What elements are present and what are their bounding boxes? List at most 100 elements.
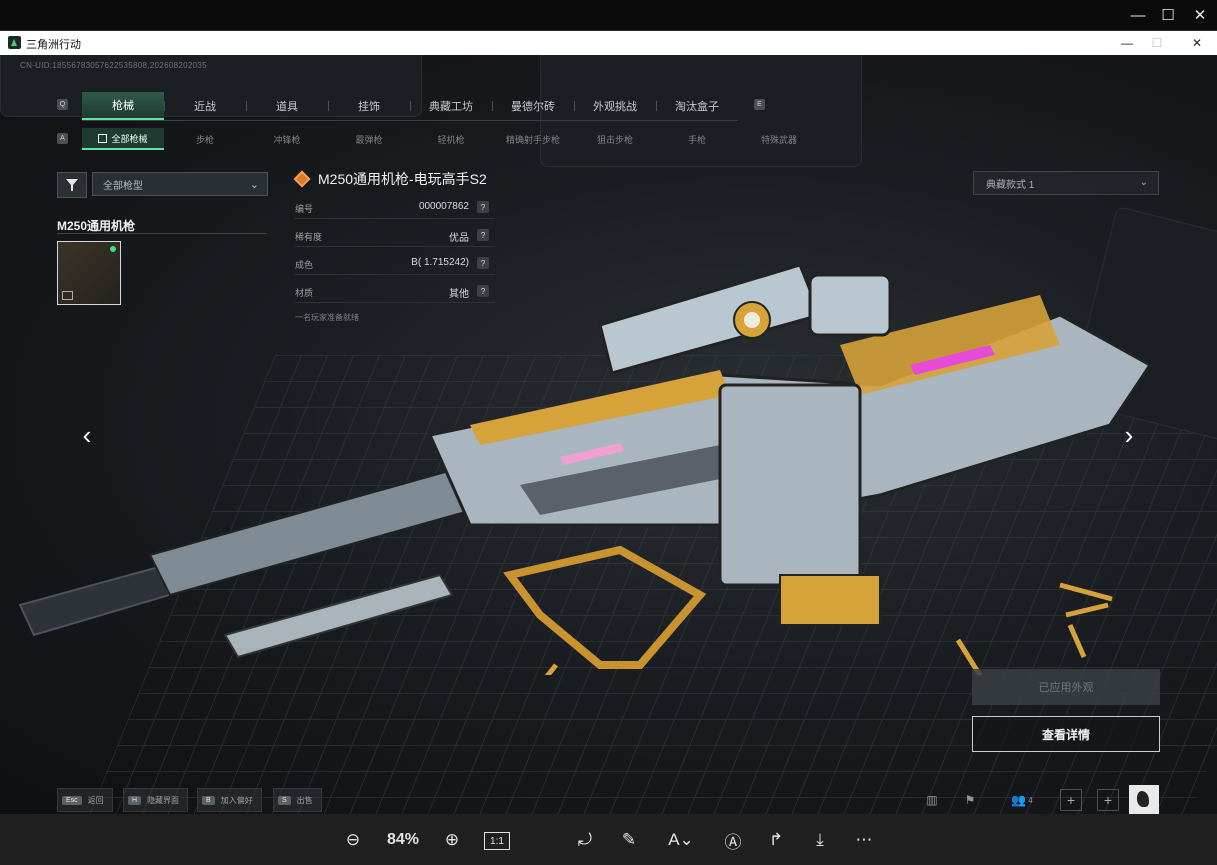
key-badge: Esc <box>62 795 82 805</box>
info-value: B( 1.715242) <box>411 257 469 268</box>
category-tabs: 枪械 近战 道具 挂饰 典藏工坊 曼德尔砖 外观挑战 淘汰盒子 <box>82 92 738 121</box>
help-icon[interactable]: ? <box>477 229 489 241</box>
friends-icon: 👥 <box>1011 793 1027 807</box>
tab-prev-key: Q <box>57 99 68 110</box>
window-title: 三角洲行动 <box>26 39 81 51</box>
text-recognition-icon[interactable]: Ⓐ <box>720 828 746 852</box>
next-skin-arrow[interactable]: › <box>1114 420 1144 450</box>
info-row-serial: 编号 000007862 ? <box>295 198 495 219</box>
player-avatar[interactable] <box>1129 785 1159 815</box>
gun-type-select[interactable]: 全部枪型 ⌄ <box>92 172 268 196</box>
variant-select[interactable]: 典藏款式 1 ⌄ <box>973 171 1159 195</box>
info-label: 编号 <box>295 204 314 214</box>
tab-collection-workshop[interactable]: 典藏工坊 <box>410 92 492 120</box>
subtab-rifle[interactable]: 步枪 <box>164 128 246 150</box>
key-badge: H <box>128 795 142 805</box>
grid-icon <box>98 133 108 143</box>
help-icon[interactable]: ? <box>477 201 489 213</box>
weapon-type-subtabs: 全部枪械 步枪 冲锋枪 霰弹枪 轻机枪 精确射手步枪 狙击步枪 手枪 特殊武器 <box>82 128 820 150</box>
weapon-render <box>18 263 1153 675</box>
tab-elimination-box[interactable]: 淘汰盒子 <box>656 92 738 120</box>
hint-label: 返回 <box>87 795 104 805</box>
zoom-out-icon[interactable]: ⊖ <box>340 828 366 852</box>
app-logo-icon <box>8 36 21 49</box>
window-titlebar: 三角洲行动 — ☐ ✕ <box>0 31 1217 55</box>
help-icon[interactable]: ? <box>477 285 489 297</box>
stats-chart-icon[interactable]: ▥ <box>920 789 944 811</box>
actual-size-button[interactable]: 1:1 <box>484 832 510 850</box>
skin-thumbnail[interactable] <box>57 241 121 305</box>
skin-name: M250通用机枪-电玩高手S2 <box>318 171 487 187</box>
hint-sell[interactable]: S 出售 <box>273 788 322 812</box>
window-maximize-button[interactable]: ☐ <box>1142 31 1172 55</box>
window-close-button[interactable]: ✕ <box>1182 31 1212 55</box>
subtab-smg[interactable]: 冲锋枪 <box>246 128 328 150</box>
ready-status: 一名玩家准备就绪 <box>295 313 359 322</box>
friends-button[interactable]: 👥 4 <box>1004 789 1040 811</box>
filter-button[interactable] <box>57 172 87 198</box>
gun-type-select-value: 全部枪型 <box>103 180 143 192</box>
info-label: 稀有度 <box>295 232 323 242</box>
zoom-level: 84% <box>386 831 420 848</box>
subtab-label: 全部枪械 <box>111 133 148 144</box>
subtab-lmg[interactable]: 轻机枪 <box>410 128 492 150</box>
tab-next-key: E <box>754 99 765 110</box>
viewer-minimize-button[interactable]: — <box>1122 0 1154 30</box>
chevron-down-icon: ⌄ <box>249 179 259 191</box>
weapon-magazine <box>718 383 881 626</box>
tab-appearance-challenge[interactable]: 外观挑战 <box>574 92 656 120</box>
subtab-shotgun[interactable]: 霰弹枪 <box>328 128 410 150</box>
subtab-sniper[interactable]: 狙击步枪 <box>574 128 656 150</box>
friends-count: 4 <box>1028 795 1033 805</box>
flag-icon[interactable]: ⚑ <box>958 789 982 811</box>
viewer-maximize-button[interactable]: ☐ <box>1152 0 1184 30</box>
info-label: 成色 <box>295 260 314 270</box>
zoom-in-icon[interactable]: ⊕ <box>439 828 465 852</box>
tab-mandel-brick[interactable]: 曼德尔砖 <box>492 92 574 120</box>
info-row-wear: 成色 B( 1.715242) ? <box>295 254 495 275</box>
chevron-down-icon: ⌄ <box>1139 177 1148 188</box>
rotate-icon[interactable]: ⤾ <box>572 828 598 852</box>
viewer-close-button[interactable]: ✕ <box>1184 0 1216 30</box>
info-value: 其他 <box>449 289 469 300</box>
hint-add-favorite[interactable]: B 加入偏好 <box>197 788 262 812</box>
edit-pen-icon[interactable]: ✎ <box>616 828 642 852</box>
tab-items[interactable]: 道具 <box>246 92 328 120</box>
divider <box>57 233 267 234</box>
subtab-pistol[interactable]: 手枪 <box>656 128 738 150</box>
help-icon[interactable]: ? <box>477 257 489 269</box>
share-icon[interactable]: ↱ <box>763 828 789 852</box>
hint-label: 隐藏界面 <box>147 795 180 805</box>
subtab-all-guns[interactable]: 全部枪械 <box>82 128 164 150</box>
info-label: 材质 <box>295 288 314 298</box>
hint-hide-ui[interactable]: H 隐藏界面 <box>123 788 189 812</box>
weapon-grip <box>503 545 707 669</box>
download-icon[interactable]: ⤓ <box>807 828 833 852</box>
text-translate-icon[interactable]: A⌄ <box>660 828 702 852</box>
view-details-button[interactable]: 查看详情 <box>972 716 1160 752</box>
tab-charms[interactable]: 挂饰 <box>328 92 410 120</box>
subtab-special[interactable]: 特殊武器 <box>738 128 820 150</box>
viewer-titlebar: — ☐ ✕ <box>0 0 1217 30</box>
info-value: 优品 <box>449 233 469 244</box>
tab-guns[interactable]: 枪械 <box>82 92 164 120</box>
skin-title: M250通用机枪-电玩高手S2 <box>293 169 487 189</box>
prev-skin-arrow[interactable]: ‹ <box>72 420 102 450</box>
info-value: 000007862 <box>418 201 469 212</box>
variant-select-value: 典藏款式 1 <box>986 179 1035 191</box>
more-options-icon[interactable]: ⋯ <box>851 828 877 852</box>
equipped-indicator <box>110 246 116 252</box>
tab-melee[interactable]: 近战 <box>164 92 246 120</box>
game-scene: CN-UID:18556783057622535808,202608202035… <box>0 55 1217 815</box>
info-row-rarity: 稀有度 优品 ? <box>295 226 495 247</box>
hint-back[interactable]: Esc 返回 <box>57 788 113 812</box>
weapon-barrel <box>18 463 492 659</box>
applied-appearance-button[interactable]: 已应用外观 <box>972 669 1160 705</box>
info-row-material: 材质 其他 ? <box>295 282 495 303</box>
add-slot-button[interactable]: + <box>1060 789 1082 811</box>
game-window: 三角洲行动 — ☐ ✕ CN-UID:18556783057622535808,… <box>0 30 1217 815</box>
add-slot-button[interactable]: + <box>1097 789 1119 811</box>
subtab-dmr[interactable]: 精确射手步枪 <box>492 128 574 150</box>
skin-type-icon <box>62 291 73 300</box>
window-minimize-button[interactable]: — <box>1112 31 1142 55</box>
